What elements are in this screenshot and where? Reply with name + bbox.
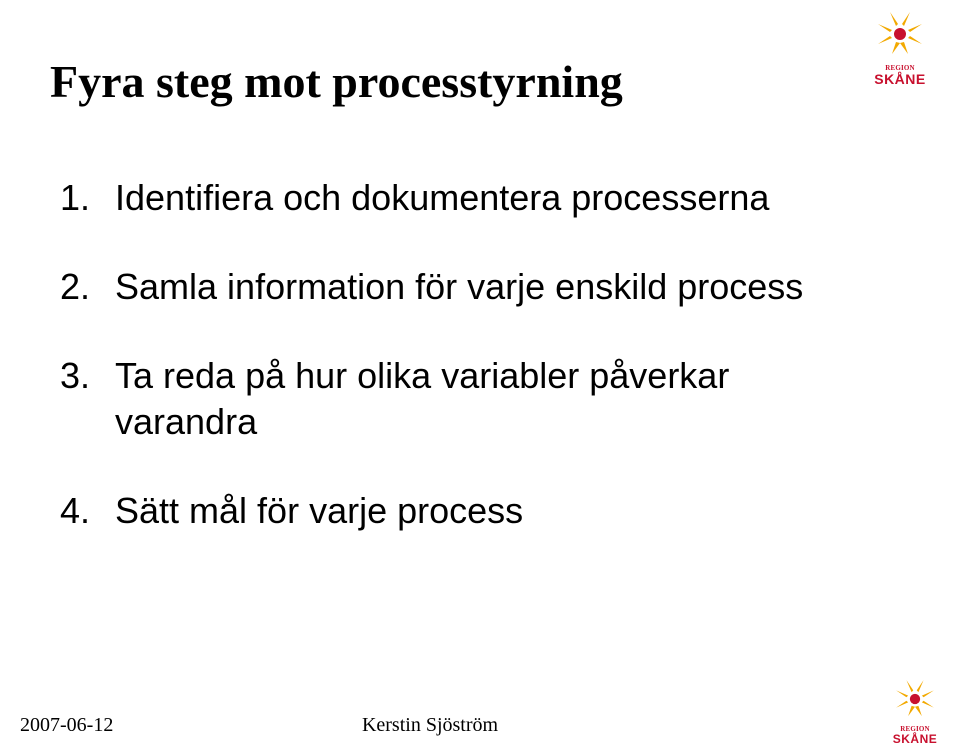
list-item-number: 3. [60, 353, 115, 400]
logo-name-text: SKÅNE [885, 733, 945, 745]
list-item-text: Identifiera och dokumentera processerna [115, 175, 860, 222]
sun-icon [865, 10, 935, 65]
list-item-number: 2. [60, 264, 115, 311]
list-item: 4. Sätt mål för varje process [60, 488, 860, 535]
slide-title: Fyra steg mot processtyrning [50, 55, 623, 108]
skane-logo-top: REGION SKÅNE [865, 10, 935, 86]
list-item: 2. Samla information för varje enskild p… [60, 264, 860, 311]
list-item-number: 4. [60, 488, 115, 535]
list-item-number: 1. [60, 175, 115, 222]
logo-name-text: SKÅNE [865, 72, 935, 86]
slide: REGION SKÅNE Fyra steg mot processtyrnin… [0, 0, 960, 755]
footer-date: 2007-06-12 [20, 714, 113, 737]
list-item: 3. Ta reda på hur olika variabler påverk… [60, 353, 860, 447]
list-item-text: Ta reda på hur olika variabler påverkar … [115, 353, 860, 447]
list-item-text: Sätt mål för varje process [115, 488, 860, 535]
slide-footer: 2007-06-12 Kerstin Sjöström [20, 714, 840, 737]
footer-author: Kerstin Sjöström [362, 714, 498, 737]
list-item: 1. Identifiera och dokumentera processer… [60, 175, 860, 222]
sun-icon [885, 678, 945, 726]
skane-logo-bottom: REGION SKÅNE [885, 678, 945, 745]
slide-list: 1. Identifiera och dokumentera processer… [60, 175, 860, 577]
list-item-text: Samla information för varje enskild proc… [115, 264, 860, 311]
